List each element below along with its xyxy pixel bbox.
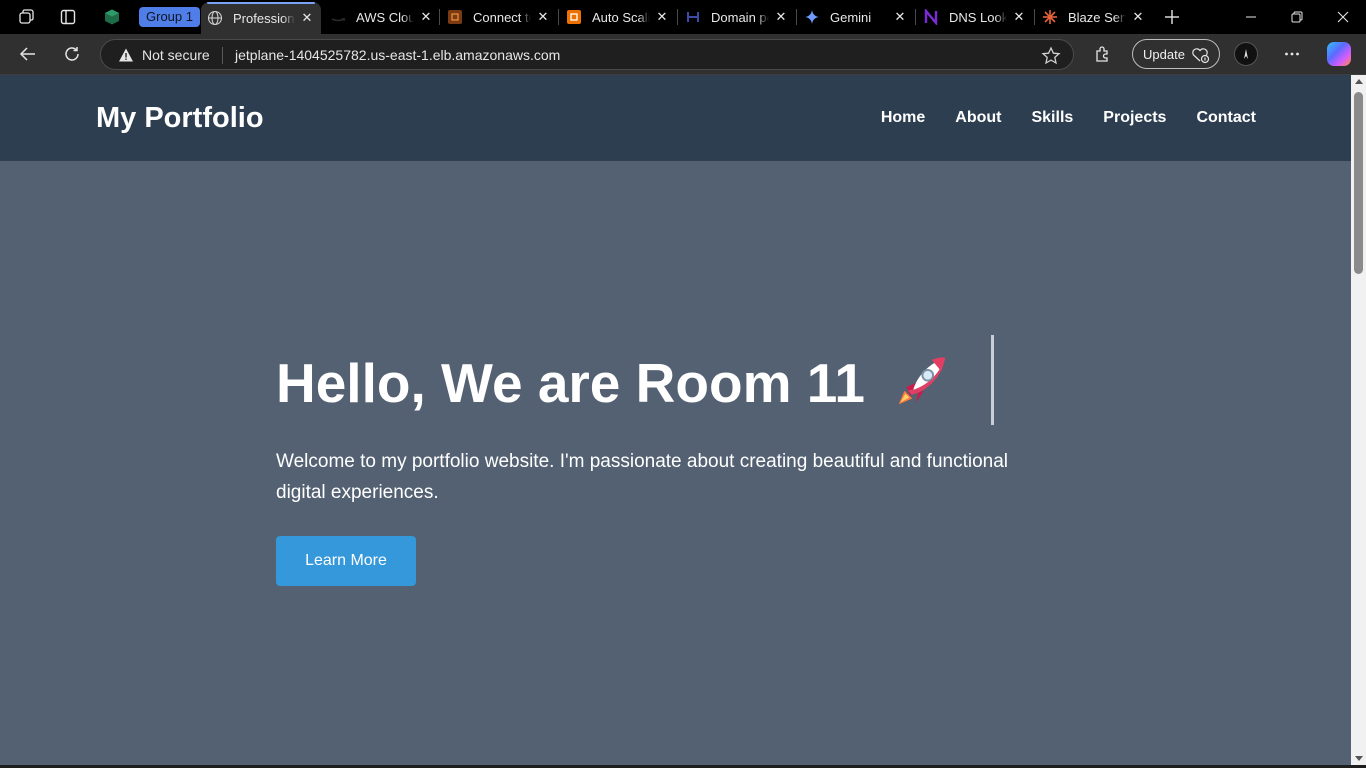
back-icon[interactable]: [16, 42, 40, 66]
update-button[interactable]: Update: [1132, 39, 1220, 69]
scroll-thumb[interactable]: [1354, 92, 1363, 274]
tab-separator: [796, 9, 797, 25]
close-icon[interactable]: ✕: [299, 10, 315, 26]
address-bar[interactable]: Not secure jetplane-1404525782.us-east-1…: [100, 39, 1074, 70]
security-label[interactable]: Not secure: [142, 47, 210, 63]
tab-title: Auto Scaling: [592, 9, 650, 25]
site-header: My Portfolio Home About Skills Projects …: [0, 75, 1351, 161]
tab-portfolio[interactable]: Professional Portfolio ✕: [201, 2, 321, 34]
close-window-icon[interactable]: [1320, 4, 1366, 30]
warning-icon[interactable]: [118, 47, 134, 63]
close-icon[interactable]: ✕: [418, 9, 434, 25]
tab-strip: Group 1 Professional Portfolio ✕ AWS Clo…: [0, 0, 1366, 34]
close-icon[interactable]: ✕: [773, 9, 789, 25]
scroll-up-arrow-icon[interactable]: [1355, 79, 1363, 84]
close-icon[interactable]: ✕: [892, 9, 908, 25]
close-icon[interactable]: ✕: [654, 9, 670, 25]
close-icon[interactable]: ✕: [1130, 9, 1146, 25]
nav-home-link[interactable]: Home: [881, 109, 925, 127]
scroll-down-arrow-icon[interactable]: [1355, 756, 1363, 761]
tab-title: Professional Portfolio: [233, 10, 295, 26]
tab-separator: [439, 9, 440, 25]
workspaces-icon[interactable]: [14, 5, 38, 29]
update-heart-icon: [1190, 46, 1210, 67]
tab-auto-scaling[interactable]: Auto Scaling ✕: [560, 3, 676, 31]
aws-ec2-icon: [566, 9, 582, 25]
tab-title: Connect to: [473, 9, 531, 25]
tab-title: DNS Lookup: [949, 9, 1007, 25]
tab-title: AWS Cloud: [356, 9, 414, 25]
site-nav: Home About Skills Projects Contact: [881, 109, 1256, 127]
nav-skills-link[interactable]: Skills: [1031, 109, 1073, 127]
extensions-icon[interactable]: [1091, 42, 1115, 66]
minimize-icon[interactable]: [1228, 4, 1274, 30]
domain-icon: [685, 9, 701, 25]
collection-cube-icon[interactable]: [100, 5, 124, 29]
favorite-star-icon[interactable]: [1041, 46, 1061, 66]
address-divider: [222, 47, 223, 64]
tab-gemini[interactable]: Gemini ✕: [798, 3, 914, 31]
profile-avatar[interactable]: [1234, 42, 1258, 66]
url-text[interactable]: jetplane-1404525782.us-east-1.elb.amazon…: [235, 47, 560, 63]
globe-icon: [207, 10, 223, 26]
hero-title-text: Hello, We are Room 11: [276, 352, 865, 414]
tab-dns-lookup[interactable]: DNS Lookup ✕: [917, 3, 1033, 31]
tab-separator: [558, 9, 559, 25]
hero-description: Welcome to my portfolio website. I'm pas…: [276, 451, 1009, 503]
rocket-icon: [898, 357, 946, 405]
copilot-icon[interactable]: [1327, 42, 1351, 66]
nav-about-link[interactable]: About: [955, 109, 1001, 127]
page-viewport: My Portfolio Home About Skills Projects …: [0, 75, 1351, 765]
gemini-icon: [804, 9, 820, 25]
close-icon[interactable]: ✕: [1011, 9, 1027, 25]
tab-aws-cloud[interactable]: AWS Cloud ✕: [324, 3, 438, 31]
tab-title: Gemini: [830, 9, 872, 25]
tab-separator: [1034, 9, 1035, 25]
aws-service-icon: [447, 9, 463, 25]
page-scrollbar[interactable]: [1351, 75, 1366, 765]
aws-icon: [330, 9, 346, 25]
tab-connect[interactable]: Connect to ✕: [441, 3, 557, 31]
tab-domain[interactable]: Domain po ✕: [679, 3, 795, 31]
tab-blaze-server[interactable]: Blaze Server ✕: [1036, 3, 1152, 31]
update-label: Update: [1143, 46, 1185, 62]
close-icon[interactable]: ✕: [535, 9, 551, 25]
reload-icon[interactable]: [60, 42, 84, 66]
blaze-icon: [1042, 9, 1058, 25]
tab-group-label[interactable]: Group 1: [139, 7, 200, 27]
hero-title: Hello, We are Room 11: [276, 351, 951, 415]
learn-more-button[interactable]: Learn More: [276, 536, 416, 586]
more-menu-icon[interactable]: [1280, 42, 1304, 66]
vertical-tabs-icon[interactable]: [56, 5, 80, 29]
restore-icon[interactable]: [1274, 4, 1320, 30]
dns-icon: [923, 9, 939, 25]
nav-projects-link[interactable]: Projects: [1103, 109, 1166, 127]
tab-title: Blaze Server: [1068, 9, 1126, 25]
tab-separator: [677, 9, 678, 25]
site-brand[interactable]: My Portfolio: [96, 102, 264, 135]
browser-toolbar: Not secure jetplane-1404525782.us-east-1…: [0, 34, 1366, 75]
tab-title: Domain po: [711, 9, 769, 25]
typing-cursor: [991, 335, 994, 425]
tab-separator: [915, 9, 916, 25]
nav-contact-link[interactable]: Contact: [1196, 109, 1256, 127]
new-tab-icon[interactable]: [1160, 5, 1184, 29]
